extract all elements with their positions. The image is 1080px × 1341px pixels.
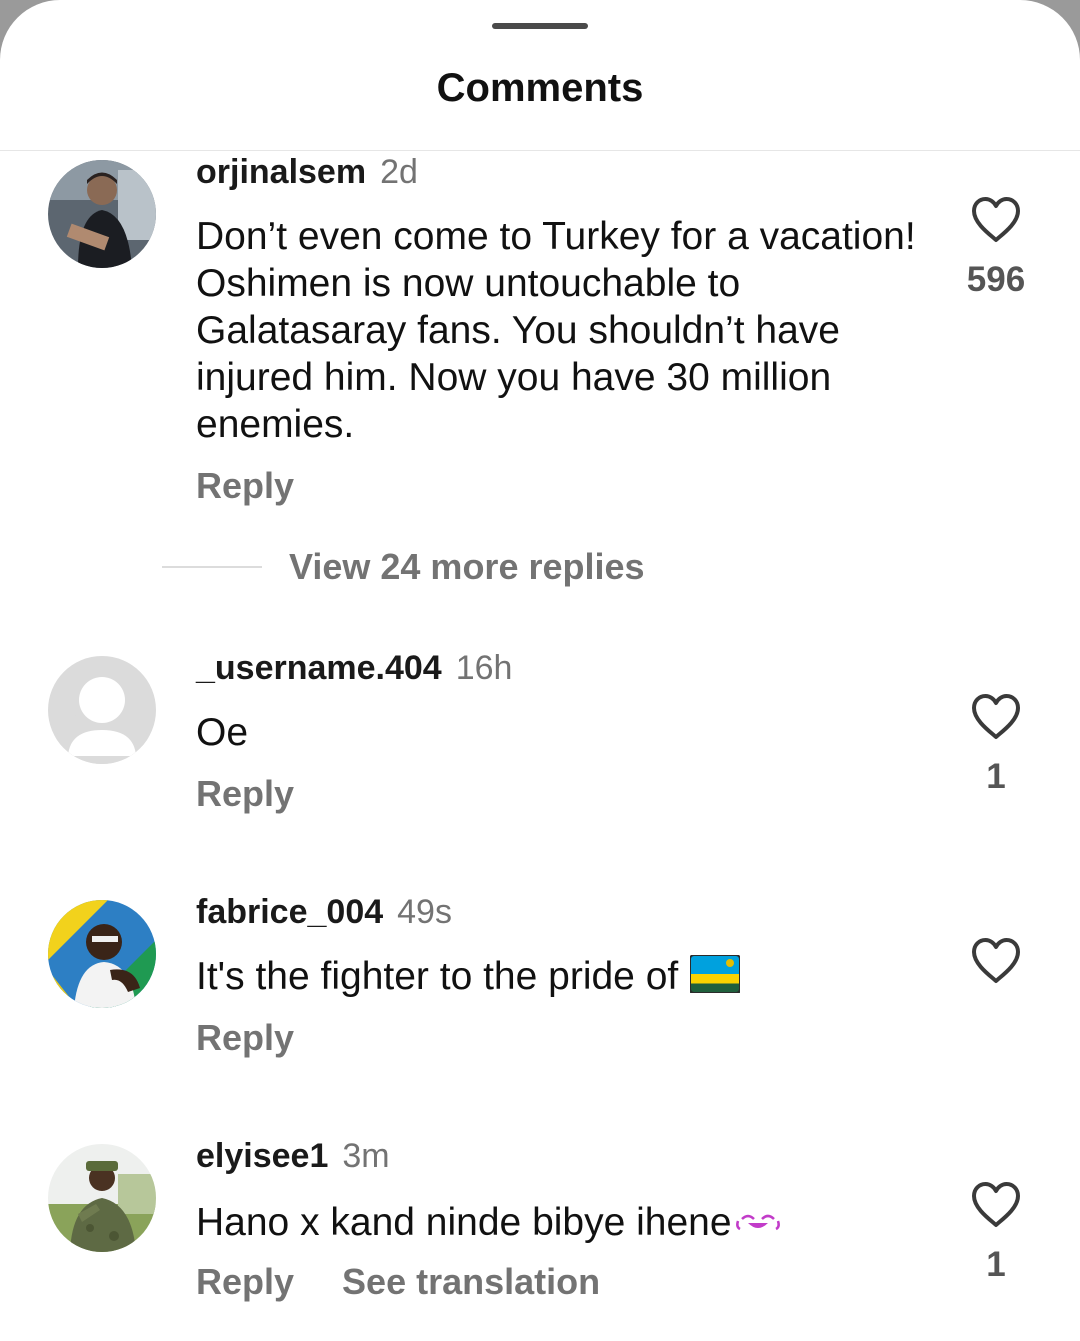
avatar[interactable] <box>48 160 156 268</box>
comment-meta: elyisee1 3m <box>196 1137 390 1176</box>
like-button[interactable] <box>970 1181 1022 1229</box>
see-translation-button[interactable]: See translation <box>342 1261 600 1302</box>
reply-row: Reply <box>196 465 294 507</box>
avatar[interactable] <box>48 656 156 764</box>
username[interactable]: elyisee1 <box>196 1137 328 1175</box>
reply-row: Reply <box>196 1017 294 1059</box>
reply-button[interactable]: Reply <box>196 773 294 814</box>
timestamp: 3m <box>342 1137 390 1175</box>
reply-button[interactable]: Reply <box>196 1261 294 1302</box>
comment-text: It's the fighter to the pride of <box>196 955 679 998</box>
reply-button[interactable]: Reply <box>196 1017 294 1058</box>
username[interactable]: _username.404 <box>196 649 442 687</box>
view-more-replies-button[interactable]: View 24 more replies <box>289 546 645 588</box>
timestamp: 16h <box>455 649 513 687</box>
like-count: 1 <box>986 757 1006 796</box>
comment-meta: fabrice_004 49s <box>196 893 452 932</box>
like-button[interactable] <box>970 937 1022 985</box>
drag-handle[interactable] <box>492 23 588 29</box>
avatar[interactable] <box>48 900 156 1008</box>
comment-text: Don’t even come to Turkey for a vacation… <box>196 215 916 446</box>
heart-outline-icon <box>972 197 1020 242</box>
reply-row: Reply <box>196 773 294 815</box>
username[interactable]: orjinalsem <box>196 153 366 191</box>
timestamp: 2d <box>380 153 418 191</box>
heart-outline-icon <box>972 1182 1020 1227</box>
like-button[interactable] <box>970 196 1022 244</box>
comments-sheet: Comments orjinalsem 2d Don’t even come to… <box>0 0 1080 1341</box>
heart-outline-icon <box>972 694 1020 739</box>
sheet-title: Comments <box>436 66 644 110</box>
like-count: 596 <box>966 260 1026 299</box>
comment-meta: _username.404 16h <box>196 649 512 688</box>
like-button[interactable] <box>970 693 1022 741</box>
crying-laughing-emoji <box>734 1197 782 1244</box>
comment-meta: orjinalsem 2d <box>196 153 418 192</box>
reply-button[interactable]: Reply <box>196 465 294 506</box>
comment-text: Hano x kand ninde bibye ihene <box>196 1201 732 1244</box>
avatar[interactable] <box>48 1144 156 1252</box>
like-count: 1 <box>986 1245 1006 1284</box>
username[interactable]: fabrice_004 <box>196 893 383 931</box>
comment-text: Oe <box>196 711 249 754</box>
comment-text-row: Hano x kand ninde bibye ihene <box>196 1197 916 1246</box>
comment-text-row: It's the fighter to the pride of <box>196 953 916 1004</box>
rwanda-flag-emoji <box>689 954 742 1004</box>
header-divider <box>0 150 1080 151</box>
timestamp: 49s <box>397 893 452 931</box>
reply-row: Reply See translation <box>196 1261 600 1303</box>
replies-divider <box>162 566 262 568</box>
heart-outline-icon <box>972 938 1020 983</box>
